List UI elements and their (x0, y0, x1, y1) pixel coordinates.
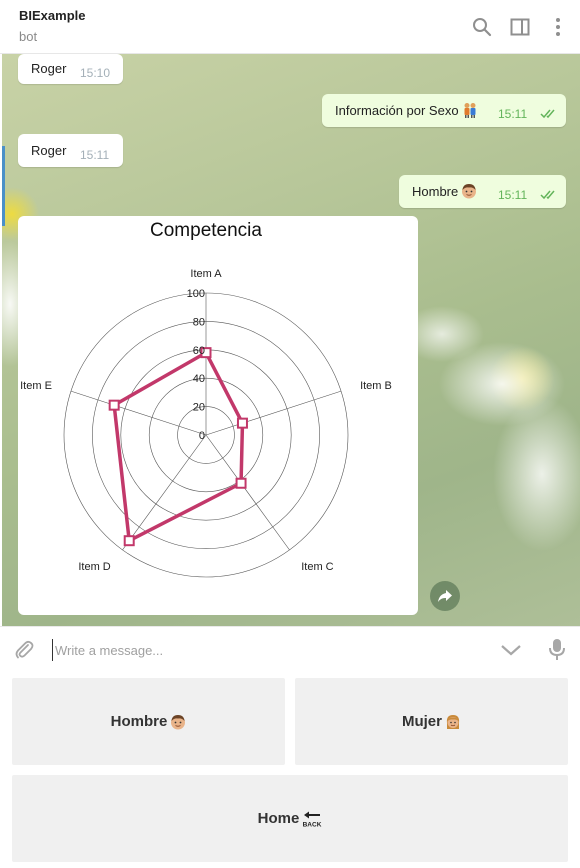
message-time: 15:11 (498, 188, 528, 202)
man-emoji (171, 714, 186, 729)
chart-image-message[interactable]: Competencia 0 20 40 60 80 100 Item A Item B Item… (18, 216, 418, 615)
message-time: 15:10 (80, 66, 111, 80)
message-time: 15:11 (80, 148, 110, 162)
keyboard-button-mujer[interactable]: Mujer (295, 678, 568, 765)
chat-title[interactable]: BIExample (19, 8, 85, 23)
back-arrow-icon: BACK (303, 811, 322, 828)
reply-keyboard: Hombre Mujer Home BACK (0, 672, 580, 868)
chat-history[interactable]: Roger 15:10 Información por Sexo 15:11 R… (2, 54, 580, 626)
radial-tick-label: 0 (199, 430, 205, 442)
message-time: 15:11 (498, 107, 528, 121)
message-text: Información por Sexo (335, 103, 459, 118)
message-bubble-incoming[interactable]: Roger 15:11 (18, 134, 123, 167)
grid-spoke (70, 390, 207, 436)
data-point (235, 477, 247, 489)
microphone-icon[interactable] (547, 638, 567, 662)
radial-tick-label: 100 (187, 288, 205, 300)
keyboard-button-label: Home (257, 810, 300, 827)
radial-tick-label: 40 (193, 373, 205, 385)
more-options-icon[interactable] (547, 16, 569, 38)
data-point (123, 535, 135, 547)
radial-tick-label: 80 (193, 316, 205, 328)
double-check-icon (540, 109, 555, 119)
message-text: Roger (31, 61, 67, 76)
message-composer (0, 626, 580, 672)
attach-paperclip-icon[interactable] (13, 639, 35, 661)
woman-emoji (446, 714, 460, 729)
data-point (236, 417, 248, 429)
category-label: Item E (20, 380, 52, 392)
double-check-icon (540, 190, 555, 200)
category-label: Item B (360, 380, 392, 392)
radial-tick-label: 20 (193, 402, 205, 414)
forward-button[interactable] (430, 581, 460, 611)
radar-chart: Competencia 0 20 40 60 80 100 Item A Item B Item… (20, 220, 392, 578)
chart-series (108, 347, 248, 547)
chart-grid (63, 292, 349, 578)
keyboard-button-home[interactable]: Home BACK (12, 775, 568, 862)
chat-subtitle: bot (19, 29, 38, 44)
message-bubble-outgoing[interactable]: Información por Sexo 15:11 (322, 94, 566, 127)
forward-arrow-icon (438, 590, 452, 602)
message-input[interactable] (52, 639, 472, 661)
man-emoji (462, 184, 477, 199)
svg-text:BACK: BACK (303, 821, 322, 828)
sidebar-toggle-icon[interactable] (509, 16, 531, 38)
category-label: Item C (301, 561, 333, 573)
keyboard-button-label: Hombre (110, 713, 168, 730)
message-text: Roger (31, 143, 67, 158)
keyboard-button-hombre[interactable]: Hombre (12, 678, 285, 765)
keyboard-button-label: Mujer (401, 713, 442, 730)
message-bubble-incoming[interactable]: Roger 15:10 (18, 54, 123, 84)
category-label: Item D (78, 561, 110, 573)
chevron-down-icon[interactable] (500, 643, 522, 657)
search-icon[interactable] (471, 16, 493, 38)
message-text: Hombre (412, 184, 459, 199)
grid-spoke (205, 390, 342, 436)
chat-header: BIExample bot (0, 0, 580, 54)
data-point (108, 399, 120, 411)
chart-title: Competencia (150, 220, 262, 241)
grid-spoke (205, 434, 290, 551)
message-bubble-outgoing[interactable]: Hombre 15:11 (399, 175, 566, 208)
couple-emoji (464, 103, 476, 118)
radial-tick-label: 60 (193, 345, 205, 357)
grid-spoke (122, 434, 207, 551)
category-label: Item A (190, 268, 222, 280)
